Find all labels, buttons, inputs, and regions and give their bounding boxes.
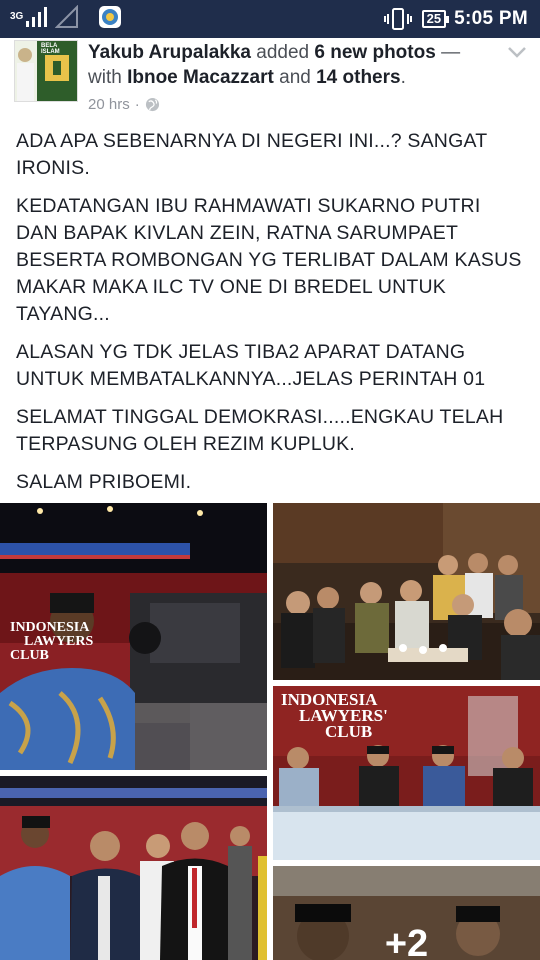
status-bar: 3G 25 5:05 PM bbox=[0, 0, 540, 38]
studio-sign-line: INDONESIA bbox=[10, 620, 90, 635]
post-paragraph: ADA APA SEBENARNYA DI NEGERI INI...? SAN… bbox=[16, 130, 487, 179]
signal-icon bbox=[26, 7, 48, 27]
studio-sign: INDONESIA LAWYERS CLUB bbox=[10, 621, 93, 663]
post-header: BELA ISLAM Yakub Arupalakka added 6 new … bbox=[0, 38, 540, 120]
others-link[interactable]: 14 others bbox=[316, 67, 400, 88]
post-paragraph: KEDATANGAN IBU RAHMAWATI SUKARNO PUTRI D… bbox=[16, 195, 522, 325]
studio-sign-line: CLUB bbox=[10, 648, 49, 663]
post-paragraph: ALASAN YG TDK JELAS TIBA2 APARAT DATANG … bbox=[16, 341, 486, 390]
studio-sign-line: LAWYERS bbox=[24, 634, 94, 649]
tagged-user-link[interactable]: Ibnoe Macazzart bbox=[127, 67, 274, 88]
post-meta: 20 hrs · bbox=[88, 96, 160, 113]
vibrate-icon bbox=[383, 8, 412, 30]
globe-icon bbox=[145, 97, 159, 112]
app-notification-icon bbox=[99, 6, 122, 28]
photo-studio-camera[interactable]: INDONESIA LAWYERS CLUB bbox=[0, 503, 267, 770]
post-time[interactable]: 20 hrs bbox=[88, 96, 130, 113]
photo-group-stage[interactable] bbox=[0, 776, 267, 960]
author-name[interactable]: Yakub Arupalakka bbox=[88, 42, 251, 63]
status-clock: 5:05 PM bbox=[454, 8, 528, 29]
more-photos-count: +2 bbox=[384, 923, 429, 960]
battery-icon: 25 bbox=[421, 10, 450, 28]
post-author-line: Yakub Arupalakka added 6 new photos — wi… bbox=[88, 40, 488, 90]
meta-separator: · bbox=[134, 96, 140, 113]
network-type: 3G bbox=[10, 11, 24, 22]
action-text: added bbox=[256, 42, 310, 63]
avatar-banner-text: BELA ISLAM bbox=[41, 43, 60, 55]
panel-sign-line: CLUB bbox=[325, 722, 373, 741]
photo-count-link[interactable]: 6 new photos bbox=[314, 42, 435, 63]
period-text: . bbox=[400, 67, 406, 88]
photo-more[interactable]: +2 bbox=[273, 866, 540, 960]
avatar[interactable]: BELA ISLAM bbox=[14, 40, 78, 102]
post-body: ADA APA SEBENARNYA DI NEGERI INI...? SAN… bbox=[16, 128, 526, 507]
wifi-empty-icon bbox=[55, 5, 79, 28]
photo-panel-table[interactable]: INDONESIA LAWYERS' CLUB bbox=[273, 686, 540, 860]
panel-sign: INDONESIA LAWYERS' CLUB bbox=[281, 691, 388, 741]
photo-group-meeting[interactable] bbox=[273, 503, 540, 680]
and-text: and bbox=[279, 67, 311, 88]
chevron-down-icon[interactable] bbox=[506, 44, 528, 60]
post-paragraph: SALAM PRIBOEMI. bbox=[16, 471, 192, 493]
post-paragraph: SELAMAT TINGGAL DEMOKRASI.....ENGKAU TEL… bbox=[16, 406, 504, 455]
